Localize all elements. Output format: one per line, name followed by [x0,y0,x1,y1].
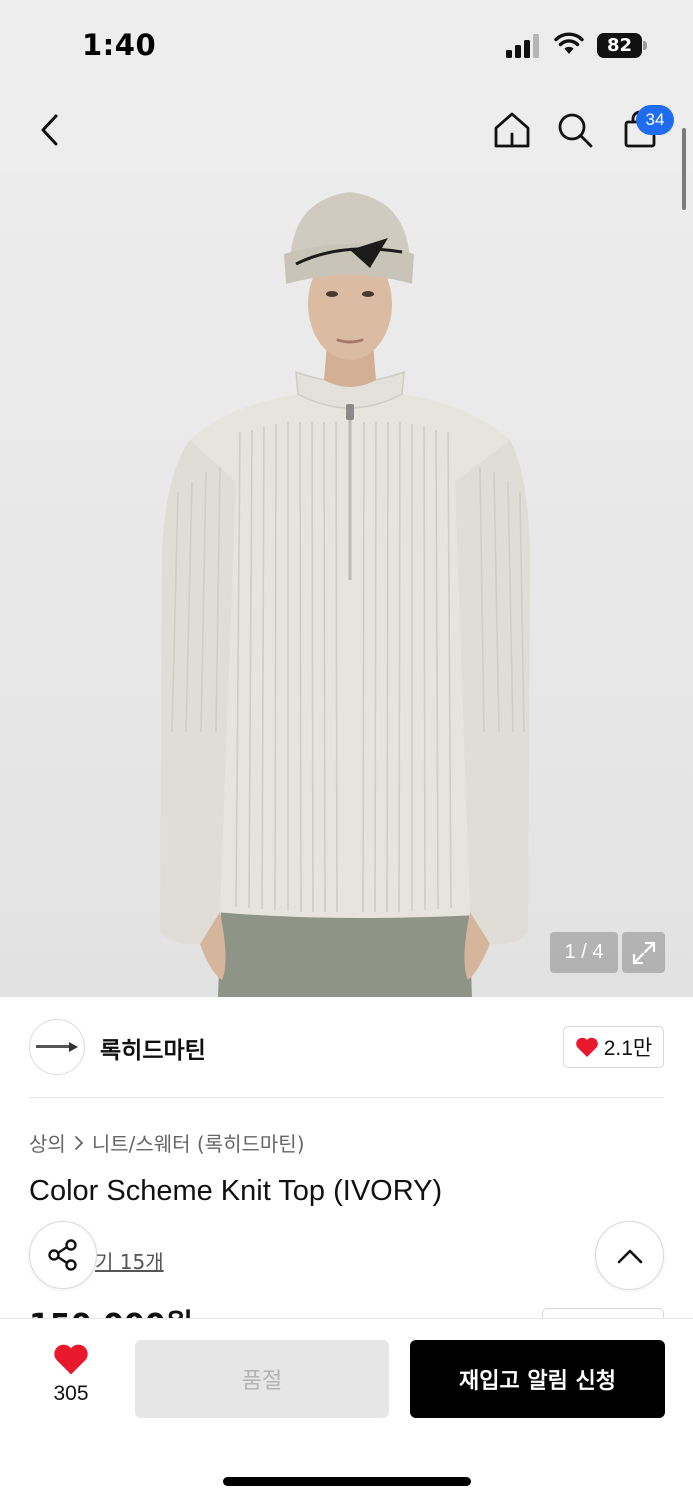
image-counter: 1 / 4 [550,932,618,973]
share-icon [48,1239,77,1271]
brand-like-button[interactable]: 2.1만 [563,1026,664,1068]
soldout-button: 품절 [135,1340,389,1418]
battery-tip [643,41,647,50]
expand-icon [632,941,655,964]
top-nav-bar [0,92,693,172]
product-title: Color Scheme Knit Top (IVORY) [29,1175,443,1207]
scroll-to-top-button[interactable] [595,1221,664,1290]
breadcrumb: 상의 니트/스웨터 (록히드마틴) [29,1128,305,1157]
home-icon [494,112,530,148]
product-image[interactable] [0,172,693,997]
chevron-left-icon [41,114,58,146]
battery-level: 82 [597,33,642,58]
chevron-up-icon [617,1249,642,1263]
divider [29,1097,664,1098]
status-time: 1:40 [82,28,157,62]
home-indicator [223,1477,471,1486]
cellular-signal-icon [506,34,539,58]
scroll-indicator[interactable] [682,128,686,210]
cart-count-badge: 34 [636,105,674,135]
brand-logo-mark [36,1042,78,1052]
brand-name[interactable]: 록히드마틴 [100,1031,206,1065]
chevron-right-icon [74,1135,84,1150]
expand-image-button[interactable] [622,932,665,973]
home-button[interactable] [488,106,536,154]
wishlist-button[interactable]: 305 [36,1342,106,1418]
search-icon [558,113,593,148]
brand-logo[interactable] [29,1019,85,1075]
status-bar: 1:40 82 [0,0,693,92]
back-button[interactable] [26,106,74,154]
restock-alert-button[interactable]: 재입고 알림 신청 [410,1340,665,1418]
wifi-icon [554,32,584,54]
heart-icon [54,1344,88,1375]
review-link[interactable]: 기 15개 [95,1246,164,1275]
search-button[interactable] [551,106,599,154]
battery-indicator: 82 [597,33,647,58]
heart-icon [575,1037,598,1057]
breadcrumb-category[interactable]: 상의 [29,1128,66,1157]
brand-like-count: 2.1만 [603,1037,653,1060]
breadcrumb-subcategory[interactable]: 니트/스웨터 (록히드마틴) [92,1128,305,1157]
share-button[interactable] [29,1221,97,1289]
wishlist-count: 305 [53,1382,89,1405]
product-photo [160,192,530,997]
price: 150,000원 [29,1306,193,1318]
